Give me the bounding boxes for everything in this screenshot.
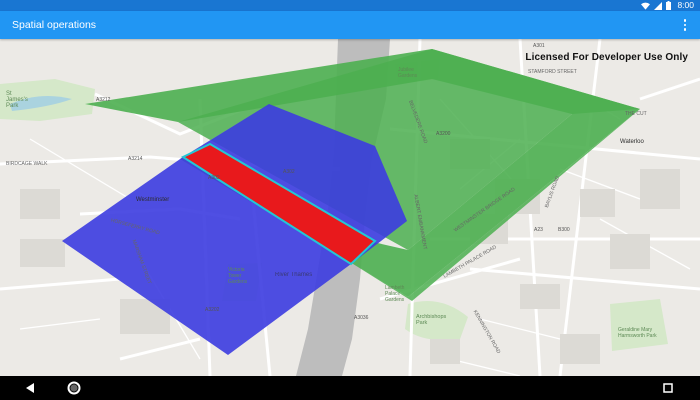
map-label: A3036	[354, 315, 369, 321]
map-label: River Thames	[275, 272, 313, 278]
map-label: A3200	[436, 131, 451, 137]
map-label: Lambeth Palace Gardens	[385, 285, 405, 303]
map-label: A3202	[205, 307, 220, 313]
app-title: Spatial operations	[12, 19, 97, 31]
map-view[interactable]: St James's Park Westminster Victoria Tow…	[0, 39, 700, 376]
battery-icon	[666, 1, 672, 10]
map-label: THE CUT	[625, 111, 647, 117]
map-label: Geraldine Mary Harmsworth Park	[618, 327, 657, 339]
nav-bar	[0, 376, 700, 400]
signal-icon	[654, 1, 663, 10]
map-label: Jubilee Gardens	[398, 67, 418, 79]
map-label: B300	[558, 227, 570, 233]
license-text: Licensed For Developer Use Only	[525, 52, 688, 63]
map-label: A302	[283, 169, 295, 175]
status-time: 8:00	[677, 0, 694, 10]
map-label: A3214	[128, 156, 143, 162]
map-label: Waterloo	[620, 139, 644, 145]
wifi-icon	[641, 2, 651, 10]
harmsworth-park	[610, 299, 668, 351]
map-label: STAMFORD STREET	[528, 69, 577, 75]
home-circle-icon[interactable]	[66, 380, 82, 396]
map-label: Victoria Tower Gardens	[228, 267, 248, 285]
map-label: A23	[534, 227, 543, 233]
map-label: St James's Park	[6, 91, 28, 109]
overflow-menu-icon[interactable]	[678, 17, 692, 33]
map-label: BIRDCAGE WALK	[6, 161, 48, 167]
map-label: A301	[533, 43, 545, 49]
map-label: Archbishops Park	[416, 314, 447, 326]
back-triangle-icon[interactable]	[22, 380, 38, 396]
map-label: A3212	[96, 97, 111, 103]
basemap	[0, 39, 700, 376]
status-bar: 8:00	[0, 0, 700, 11]
map-label: A302	[208, 175, 220, 181]
app-bar: Spatial operations	[0, 11, 700, 39]
recents-square-icon[interactable]	[660, 380, 676, 396]
map-label: Westminster	[136, 197, 170, 203]
